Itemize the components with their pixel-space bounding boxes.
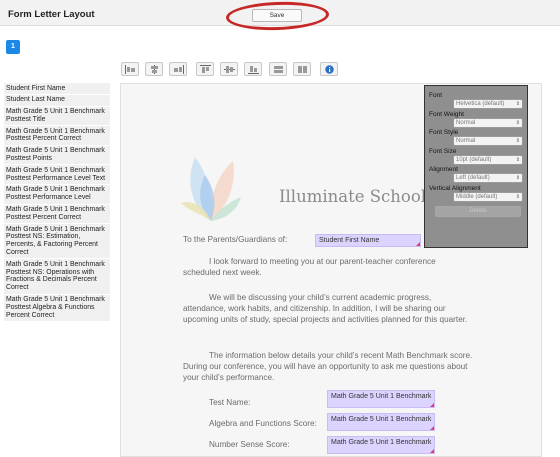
field-item[interactable]: Student First Name <box>4 83 110 95</box>
field-item[interactable]: Math Grade 5 Unit 1 Benchmark Posttest P… <box>4 145 110 166</box>
select-arrows-icon: ⇕ <box>515 119 520 126</box>
alignment-select[interactable]: Left (default) ⇕ <box>453 173 523 183</box>
merge-field-algebra-score[interactable]: Math Grade 5 Unit 1 Benchmark <box>327 413 435 431</box>
select-arrows-icon: ⇕ <box>515 156 520 163</box>
select-arrows-icon: ⇕ <box>515 193 520 200</box>
school-name: Illuminate School <box>279 187 427 206</box>
align-right-icon <box>173 64 184 74</box>
align-bottom-button[interactable] <box>244 62 262 76</box>
align-center-button[interactable] <box>145 62 163 76</box>
vertical-alignment-label: Vertical Alignment <box>429 184 481 192</box>
font-size-label: Font Size <box>429 147 457 155</box>
font-label: Font <box>429 92 443 99</box>
font-select[interactable]: Helvetica (default) ⇕ <box>453 99 523 109</box>
greeting-text: To the Parents/Guardians of: <box>183 235 288 244</box>
info-button[interactable] <box>320 62 338 76</box>
paragraph-1: I look forward to meeting you at our par… <box>183 257 436 278</box>
field-item[interactable]: Math Grade 5 Unit 1 Benchmark Posttest P… <box>4 204 110 225</box>
info-icon <box>324 64 334 74</box>
merge-field-student-first-name[interactable]: Student First Name <box>315 234 421 247</box>
select-arrows-icon: ⇕ <box>515 138 520 144</box>
header-bar: Form Letter Layout Save <box>0 0 560 32</box>
align-middle-button[interactable] <box>220 62 238 76</box>
field-item[interactable]: Math Grade 5 Unit 1 Benchmark Posttest P… <box>4 184 110 205</box>
select-arrows-icon: ⇕ <box>515 175 520 181</box>
vertical-alignment-select[interactable]: Middle (default) ⇕ <box>453 191 523 202</box>
align-bottom-icon <box>247 65 259 74</box>
font-style-select[interactable]: Normal ⇕ <box>453 136 523 146</box>
merge-field-number-sense-score[interactable]: Math Grade 5 Unit 1 Benchmark <box>327 436 435 454</box>
align-middle-icon <box>223 65 235 73</box>
school-logo <box>181 157 241 221</box>
same-height-button[interactable] <box>293 62 311 76</box>
alignment-label: Alignment <box>429 166 458 173</box>
align-center-icon <box>150 64 158 74</box>
align-right-button[interactable] <box>169 62 187 76</box>
merge-field-list: Student First Name Student Last Name Mat… <box>4 83 110 322</box>
highlight-ring <box>225 0 330 32</box>
same-height-icon <box>297 65 307 73</box>
align-top-icon <box>199 64 211 73</box>
text-properties-panel: Font Helvetica (default) ⇕ Font Weight No… <box>424 85 528 248</box>
font-weight-label: Font Weight <box>429 110 464 118</box>
font-size-select[interactable]: 10pt (default) ⇕ <box>453 154 523 165</box>
align-left-button[interactable] <box>121 62 139 76</box>
number-sense-label: Number Sense Score: <box>209 440 290 449</box>
delete-button[interactable]: Delete <box>435 205 521 217</box>
merge-field-test-name[interactable]: Math Grade 5 Unit 1 Benchmark <box>327 390 435 408</box>
align-top-button[interactable] <box>196 62 214 76</box>
font-style-label: Font Style <box>429 129 459 136</box>
field-item[interactable]: Student Last Name <box>4 94 110 107</box>
field-item[interactable]: Math Grade 5 Unit 1 Benchmark Posttest T… <box>4 106 110 127</box>
algebra-label: Algebra and Functions Score: <box>209 419 317 428</box>
field-item[interactable]: Math Grade 5 Unit 1 Benchmark Posttest A… <box>4 294 110 322</box>
field-item[interactable]: Math Grade 5 Unit 1 Benchmark Posttest P… <box>4 126 110 146</box>
page-title: Form Letter Layout <box>8 9 95 20</box>
page-1-button[interactable]: 1 <box>6 40 20 54</box>
field-item[interactable]: Math Grade 5 Unit 1 Benchmark Posttest P… <box>4 165 110 185</box>
field-item[interactable]: Math Grade 5 Unit 1 Benchmark Posttest N… <box>4 259 110 295</box>
same-width-icon <box>273 65 283 73</box>
select-arrows-icon: ⇕ <box>515 101 520 107</box>
paragraph-2: We will be discussing your child’s curre… <box>183 293 468 325</box>
test-name-label: Test Name: <box>209 398 251 407</box>
font-weight-select[interactable]: Normal ⇕ <box>453 117 523 128</box>
field-item[interactable]: Math Grade 5 Unit 1 Benchmark Posttest N… <box>4 224 110 260</box>
align-left-icon <box>124 64 135 74</box>
paragraph-3: The information below details your child… <box>183 351 473 383</box>
same-width-button[interactable] <box>269 62 287 76</box>
